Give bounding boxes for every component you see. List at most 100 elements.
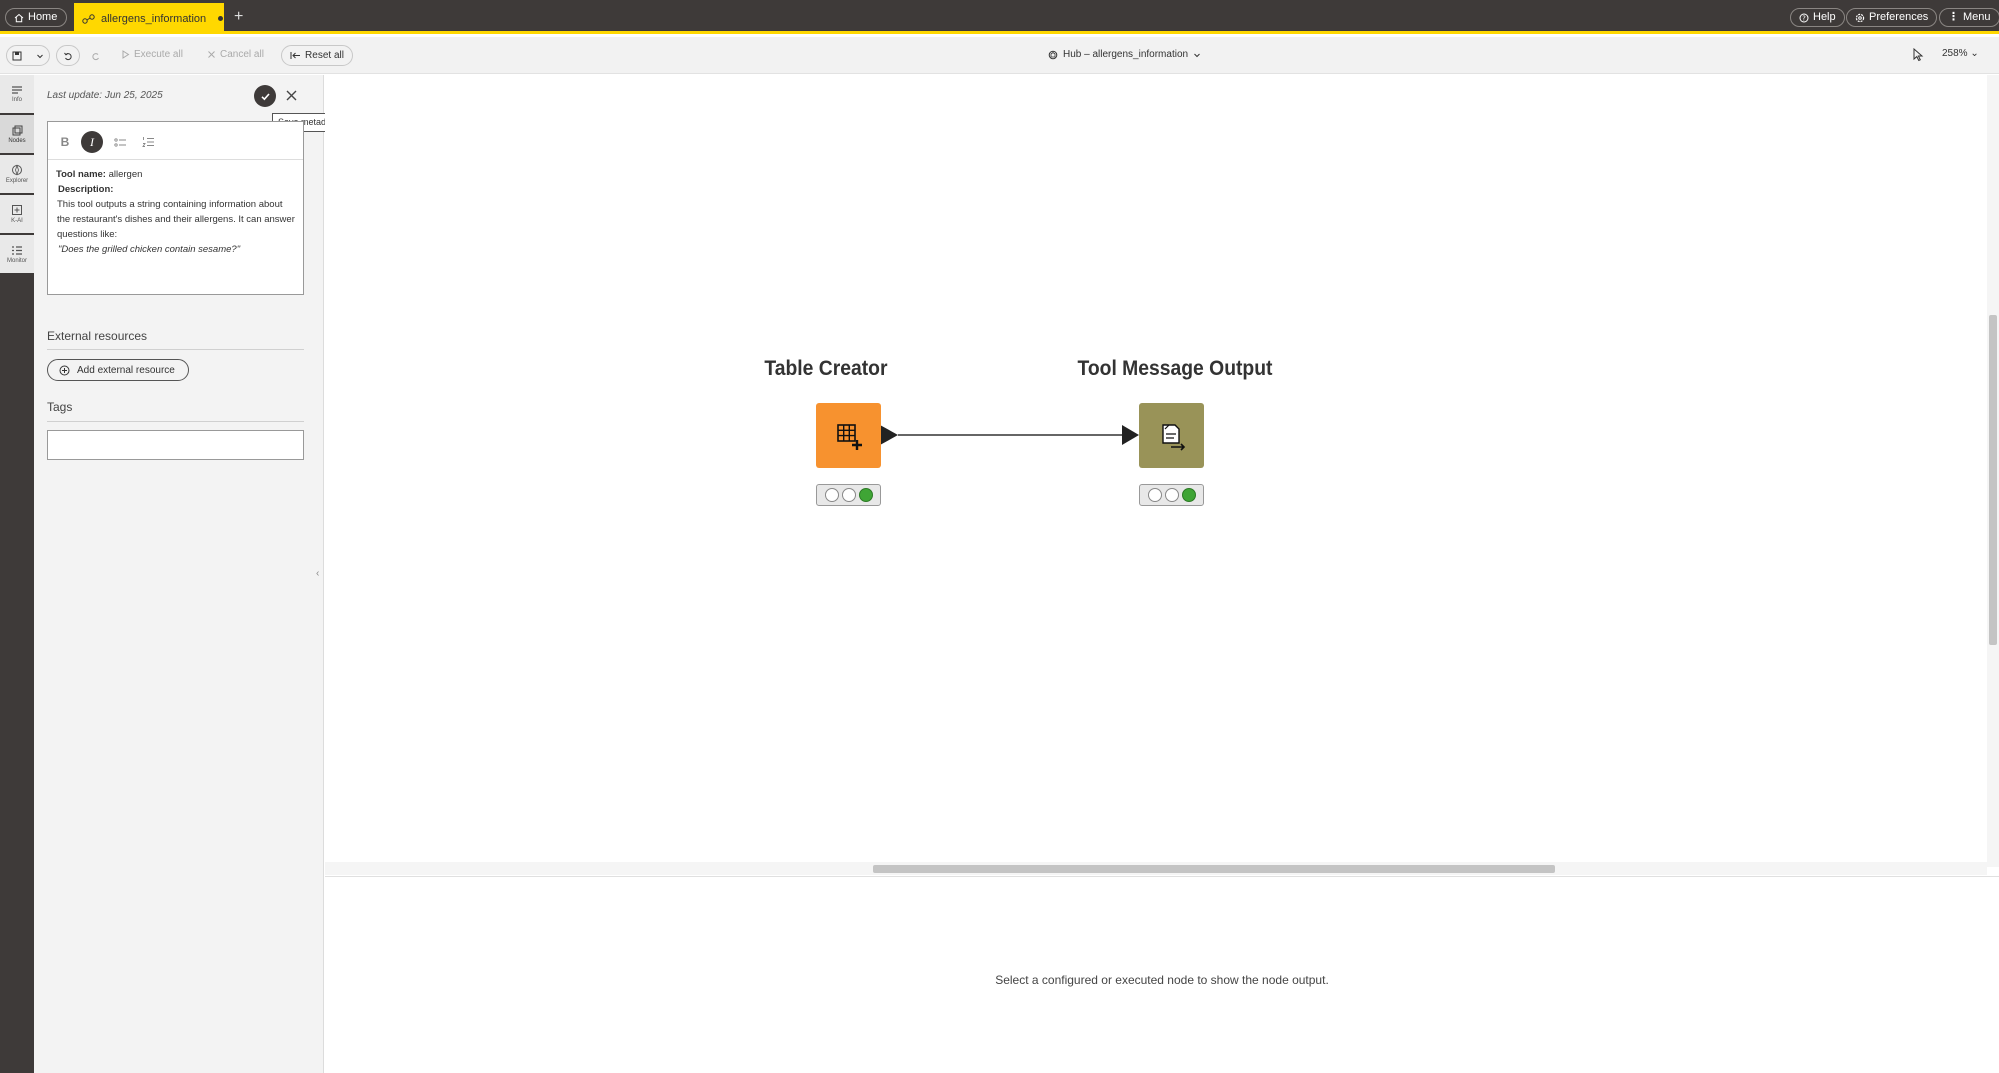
workflow-canvas[interactable]: Table Creator Tool Message Output <box>325 75 1991 867</box>
redo-button[interactable] <box>91 51 101 61</box>
monitor-icon <box>12 245 22 255</box>
tool-name-value: allergen <box>105 169 143 180</box>
status-light <box>1164 488 1179 502</box>
section-divider <box>47 349 304 350</box>
tool-name-key: Tool name: <box>56 169 106 180</box>
description-editor[interactable]: B I Tool name: allergen Description: Thi… <box>47 121 304 295</box>
save-split-button[interactable] <box>6 45 50 66</box>
hub-icon <box>1048 50 1058 59</box>
help-label: Help <box>1813 11 1836 23</box>
description-heading: Description: <box>56 182 295 197</box>
connection-layer <box>880 425 1139 445</box>
kebab-icon: ⋮ <box>1948 11 1959 23</box>
tool-message-output-node[interactable] <box>1139 403 1204 468</box>
node-title-table-creator[interactable]: Table Creator <box>764 357 887 381</box>
tags-input[interactable] <box>47 430 304 460</box>
svg-text:?: ? <box>1802 14 1806 22</box>
external-resources-title: External resources <box>47 329 148 343</box>
node-output-panel: Select a configured or executed node to … <box>325 876 1999 1073</box>
gear-icon <box>1855 13 1865 22</box>
reset-all-button[interactable]: Reset all <box>281 45 353 66</box>
add-external-resource-label: Add external resource <box>77 364 175 376</box>
example-question: "Does the grilled chicken contain sesame… <box>58 244 241 255</box>
execute-all-label: Execute all <box>134 49 183 60</box>
message-output-icon <box>1161 423 1185 451</box>
rail-item-label: Explorer <box>5 178 29 184</box>
help-icon: ? <box>1799 13 1809 22</box>
play-icon <box>122 50 130 59</box>
status-light <box>1147 488 1162 502</box>
undo-icon <box>64 52 72 60</box>
help-button[interactable]: ? Help <box>1790 8 1845 27</box>
unsaved-indicator <box>218 16 224 21</box>
rail-item-label: Info <box>11 97 22 103</box>
ordered-list-icon <box>141 137 154 147</box>
home-tab-label: Home <box>28 11 58 23</box>
description-key: Description: <box>58 184 114 195</box>
zoom-control[interactable]: 258% ⌄ <box>1942 48 1979 59</box>
check-icon <box>260 92 270 100</box>
cancel-all-button[interactable]: Cancel all <box>207 49 264 60</box>
vertical-scroll-thumb[interactable] <box>1989 315 1997 645</box>
tool-name-line: Tool name: allergen <box>56 167 295 182</box>
reset-all-label: Reset all <box>305 50 344 61</box>
rail-item-label: Monitor <box>6 257 27 264</box>
editor-toolbar: B I <box>48 122 303 160</box>
preferences-button[interactable]: Preferences <box>1846 8 1938 27</box>
bold-button[interactable]: B <box>54 131 76 153</box>
menu-button[interactable]: ⋮ Menu <box>1939 8 1999 27</box>
add-circle-icon <box>59 365 70 375</box>
collapse-panel-icon[interactable]: ‹ <box>316 568 319 579</box>
node-status-tool-message-output <box>1139 484 1204 506</box>
preferences-label: Preferences <box>1869 11 1929 23</box>
save-icon <box>12 51 22 60</box>
italic-button[interactable]: I <box>81 131 103 153</box>
undo-button[interactable] <box>56 45 80 66</box>
editor-content[interactable]: Tool name: allergen Description: This to… <box>48 160 303 264</box>
side-navigation: Info Nodes Explorer K-AI Monitor <box>0 75 34 1073</box>
add-tab-button[interactable]: + <box>234 8 243 26</box>
ordered-list-button[interactable] <box>137 131 159 153</box>
workflow-tab-label: allergens_information <box>101 12 207 25</box>
menu-label: Menu <box>1963 11 1991 23</box>
save-metadata-button[interactable] <box>254 85 276 107</box>
add-external-resource-button[interactable]: Add external resource <box>47 359 189 381</box>
execute-all-button[interactable]: Execute all <box>121 49 183 60</box>
rail-item-kai[interactable]: K-AI <box>0 195 34 233</box>
rail-item-label: Nodes <box>8 137 26 144</box>
rail-item-info[interactable]: Info <box>0 75 34 113</box>
kai-icon <box>12 205 22 215</box>
status-light <box>824 488 839 502</box>
horizontal-scrollbar[interactable] <box>325 862 1987 875</box>
status-light-executed <box>1181 488 1196 502</box>
workflow-toolbar: Execute all Cancel all Reset all Hub – a… <box>0 37 1999 74</box>
workflow-location[interactable]: Hub – allergens_information <box>1048 49 1201 60</box>
node-title-tool-message-output[interactable]: Tool Message Output <box>1077 357 1272 381</box>
description-text: This tool outputs a string containing in… <box>57 199 295 240</box>
last-update-text: Last update: Jun 25, 2025 <box>47 90 163 101</box>
reset-icon <box>290 52 301 59</box>
vertical-scrollbar[interactable] <box>1987 75 1999 867</box>
node-output-placeholder: Select a configured or executed node to … <box>995 973 1329 987</box>
nodes-icon <box>12 125 23 135</box>
close-icon[interactable] <box>283 87 300 104</box>
status-light-executed <box>858 488 873 502</box>
home-tab[interactable]: Home <box>5 8 68 27</box>
bullet-list-button[interactable] <box>109 131 131 153</box>
rail-item-monitor[interactable]: Monitor <box>0 235 34 273</box>
rail-item-explorer[interactable]: Explorer <box>0 155 34 193</box>
chevron-down-icon[interactable] <box>36 52 44 60</box>
home-icon <box>14 13 24 22</box>
workflow-tab-allergens[interactable]: allergens_information <box>74 3 224 34</box>
rail-item-nodes[interactable]: Nodes <box>0 115 34 153</box>
workflow-icon <box>82 13 95 24</box>
tab-bar: Home allergens_information + ? Help Pref… <box>0 0 1999 34</box>
bullet-list-icon <box>113 137 126 147</box>
selection-mode-icon[interactable] <box>1912 48 1924 62</box>
tags-title: Tags <box>47 400 73 414</box>
rail-item-label: K-AI <box>11 218 23 224</box>
horizontal-scroll-thumb[interactable] <box>873 865 1555 873</box>
workflow-location-label: Hub – allergens_information <box>1063 49 1189 60</box>
table-creator-node[interactable] <box>816 403 881 468</box>
chevron-down-icon <box>1194 53 1200 57</box>
